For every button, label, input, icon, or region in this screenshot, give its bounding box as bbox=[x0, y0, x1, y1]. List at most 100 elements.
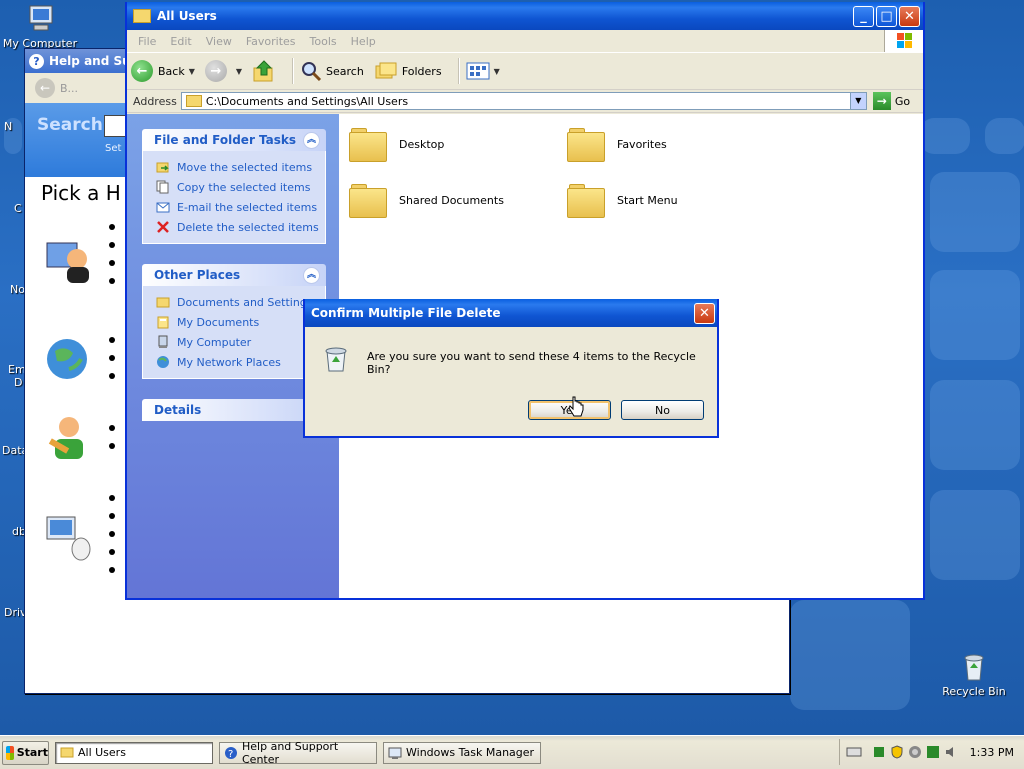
task-email-selected[interactable]: E-mail the selected items bbox=[155, 197, 325, 217]
list-bullet bbox=[109, 531, 115, 537]
file-folder-tasks-panel: File and Folder Tasks ︽ Move the selecte… bbox=[142, 129, 326, 244]
recycle-bin-icon bbox=[321, 343, 351, 373]
antivirus-icon[interactable] bbox=[908, 745, 922, 759]
task-delete-selected[interactable]: Delete the selected items bbox=[155, 217, 325, 237]
menu-favorites[interactable]: Favorites bbox=[239, 35, 303, 48]
go-button[interactable]: → Go bbox=[872, 92, 910, 110]
address-input[interactable]: C:\Documents and Settings\All Users ▼ bbox=[180, 92, 867, 110]
folder-icon bbox=[567, 184, 605, 218]
folder-item-favorites[interactable]: Favorites bbox=[567, 128, 667, 162]
menu-view[interactable]: View bbox=[199, 35, 239, 48]
volume-icon[interactable] bbox=[944, 745, 958, 759]
email-icon bbox=[155, 200, 171, 214]
task-windows-task-manager[interactable]: Windows Task Manager bbox=[383, 741, 541, 764]
explorer-window-title: All Users bbox=[157, 9, 217, 23]
place-my-computer[interactable]: My Computer bbox=[155, 332, 325, 352]
dialog-message: Are you sure you want to send these 4 it… bbox=[367, 350, 696, 376]
desktop-icon-recycle-bin[interactable]: Recycle Bin bbox=[934, 650, 1014, 698]
desktop-icon-my-computer[interactable]: My Computer bbox=[0, 2, 80, 50]
list-bullet bbox=[109, 443, 115, 449]
place-my-documents[interactable]: My Documents bbox=[155, 312, 325, 332]
list-bullet bbox=[109, 337, 115, 343]
menu-tools[interactable]: Tools bbox=[303, 35, 344, 48]
toolbar: ← Back ▼ → ▼ Search Folders ▼ bbox=[127, 53, 923, 90]
chevron-down-icon[interactable]: ▼ bbox=[236, 67, 242, 76]
windows-flag-icon bbox=[6, 745, 14, 760]
folder-icon bbox=[60, 746, 74, 760]
start-button[interactable]: Start bbox=[2, 740, 49, 765]
delete-x-icon bbox=[155, 220, 171, 234]
keyboard-icon[interactable] bbox=[846, 745, 862, 759]
list-bullet bbox=[109, 373, 115, 379]
views-icon bbox=[466, 62, 490, 80]
other-places-header[interactable]: Other Places ︽ bbox=[142, 264, 326, 286]
task-all-users[interactable]: All Users bbox=[55, 741, 213, 764]
menu-help[interactable]: Help bbox=[344, 35, 383, 48]
security-shield-icon[interactable] bbox=[890, 745, 904, 759]
back-button[interactable]: ← Back ▼ bbox=[131, 60, 195, 82]
search-label: Search bbox=[326, 64, 364, 78]
forward-button[interactable]: → ▼ bbox=[204, 60, 242, 82]
close-button[interactable]: ✕ bbox=[899, 6, 920, 27]
help-back-label[interactable]: B... bbox=[60, 82, 78, 95]
dialog-close-button[interactable]: ✕ bbox=[694, 303, 715, 324]
task-label: Delete the selected items bbox=[177, 220, 319, 234]
task-manager-tray-icon[interactable] bbox=[926, 745, 940, 759]
list-bullet bbox=[109, 567, 115, 573]
chevron-up-icon[interactable]: ︽ bbox=[303, 267, 320, 284]
details-header[interactable]: Details bbox=[142, 399, 326, 421]
explorer-title-bar[interactable]: All Users _ □ ✕ bbox=[127, 2, 923, 30]
back-arrow-icon[interactable]: ← bbox=[35, 78, 55, 98]
toolbar-separator bbox=[292, 58, 295, 84]
background-deco bbox=[930, 490, 1020, 580]
folder-icon bbox=[349, 128, 387, 162]
place-my-network-places[interactable]: My Network Places bbox=[155, 352, 325, 372]
folders-label: Folders bbox=[401, 64, 442, 78]
minimize-button[interactable]: _ bbox=[853, 6, 874, 27]
folder-item-start-menu[interactable]: Start Menu bbox=[567, 184, 678, 218]
folder-item-shared-documents[interactable]: Shared Documents bbox=[349, 184, 504, 218]
task-move-selected[interactable]: Move the selected items bbox=[155, 157, 325, 177]
search-button[interactable]: Search bbox=[300, 60, 364, 82]
toolbar-separator bbox=[457, 58, 460, 84]
confirm-delete-dialog[interactable]: Confirm Multiple File Delete ✕ Are you s… bbox=[303, 299, 719, 438]
file-folder-tasks-header[interactable]: File and Folder Tasks ︽ bbox=[142, 129, 326, 151]
network-status-icon[interactable] bbox=[872, 745, 886, 759]
folder-icon bbox=[155, 295, 171, 309]
views-button[interactable]: ▼ bbox=[466, 61, 500, 81]
chevron-down-icon[interactable]: ▼ bbox=[189, 67, 195, 76]
up-folder-icon bbox=[253, 60, 273, 82]
network-places-icon bbox=[155, 355, 171, 369]
computer-mouse-icon bbox=[46, 516, 91, 561]
up-folder-button[interactable] bbox=[252, 59, 276, 83]
folders-button[interactable]: Folders bbox=[374, 60, 442, 82]
place-documents-and-settings[interactable]: Documents and Settings bbox=[155, 292, 325, 312]
task-copy-selected[interactable]: Copy the selected items bbox=[155, 177, 325, 197]
address-bar: Address C:\Documents and Settings\All Us… bbox=[127, 90, 923, 113]
chevron-up-icon[interactable]: ︽ bbox=[303, 132, 320, 149]
desktop-edge-label: D bbox=[14, 376, 23, 389]
tools-person-icon bbox=[48, 417, 83, 459]
start-label: Start bbox=[16, 746, 48, 759]
list-bullet bbox=[109, 260, 115, 266]
my-documents-icon bbox=[155, 315, 171, 329]
folder-item-desktop[interactable]: Desktop bbox=[349, 128, 444, 162]
menu-bar: File Edit View Favorites Tools Help bbox=[127, 30, 923, 53]
chevron-down-icon[interactable]: ▼ bbox=[849, 93, 866, 109]
desktop-icon-label: Recycle Bin bbox=[942, 685, 1006, 698]
folder-label: Start Menu bbox=[617, 193, 678, 207]
dialog-title-bar[interactable]: Confirm Multiple File Delete ✕ bbox=[305, 299, 717, 327]
maximize-button[interactable]: □ bbox=[876, 6, 897, 27]
menu-file[interactable]: File bbox=[131, 35, 163, 48]
address-label: Address bbox=[133, 94, 177, 108]
help-icon: ? bbox=[224, 746, 238, 760]
globe-icon bbox=[47, 339, 87, 379]
help-heading: Pick a H bbox=[41, 181, 121, 205]
chevron-down-icon[interactable]: ▼ bbox=[494, 67, 500, 76]
menu-edit[interactable]: Edit bbox=[163, 35, 198, 48]
list-bullet bbox=[109, 513, 115, 519]
list-bullet bbox=[109, 425, 115, 431]
background-deco bbox=[985, 118, 1024, 154]
no-button[interactable]: No bbox=[621, 400, 704, 420]
task-help-and-support[interactable]: ? Help and Support Center bbox=[219, 740, 377, 766]
